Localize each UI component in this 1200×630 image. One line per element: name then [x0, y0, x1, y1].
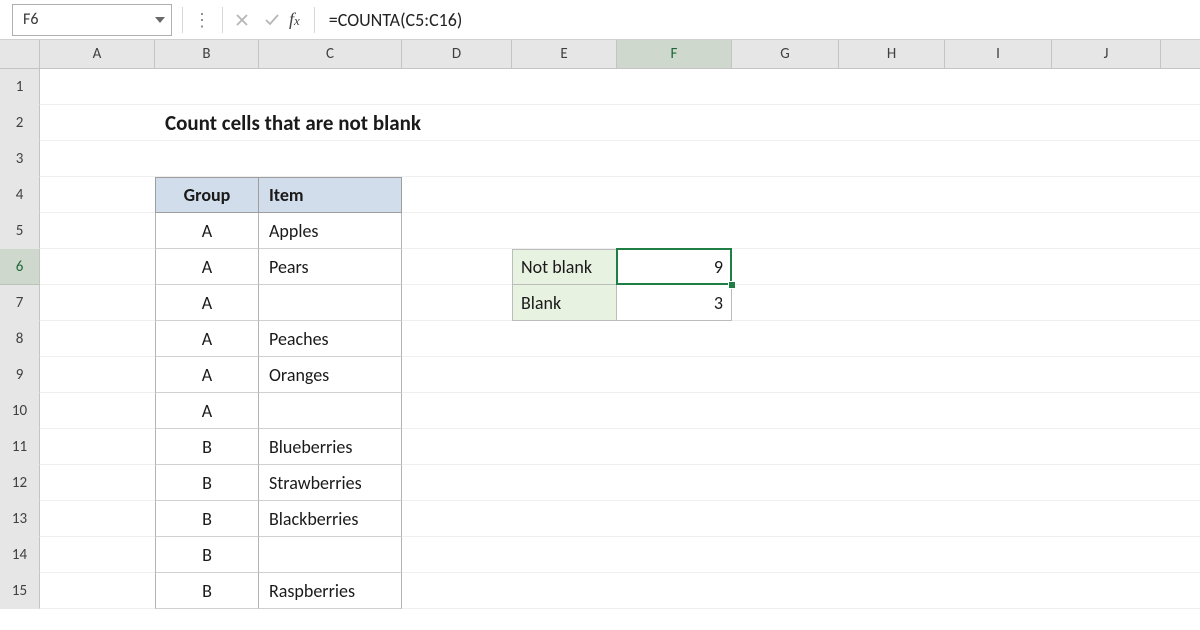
fill-handle[interactable] — [728, 281, 736, 289]
result-label: Not blank — [512, 249, 617, 285]
chevron-down-icon[interactable] — [155, 13, 165, 26]
table-cell-group[interactable]: A — [155, 249, 259, 285]
table-header-item: Item — [259, 177, 402, 213]
table-cell-group[interactable]: B — [155, 537, 259, 573]
row-header[interactable]: 4 — [0, 177, 40, 213]
table-cell-group[interactable]: B — [155, 429, 259, 465]
row-header[interactable]: 12 — [0, 465, 40, 501]
table-cell-item[interactable]: Blueberries — [259, 429, 402, 465]
table-cell-group[interactable]: A — [155, 393, 259, 429]
table-cell-item[interactable]: Raspberries — [259, 573, 402, 609]
table-cell-item[interactable]: Blackberries — [259, 501, 402, 537]
confirm-icon[interactable] — [257, 5, 287, 35]
row-header[interactable]: 10 — [0, 393, 40, 429]
name-box[interactable]: F6 — [12, 4, 172, 36]
table-cell-item[interactable]: Apples — [259, 213, 402, 249]
separator — [222, 7, 223, 33]
row-header[interactable]: 8 — [0, 321, 40, 357]
row-header[interactable]: 11 — [0, 429, 40, 465]
row-header[interactable]: 15 — [0, 573, 40, 609]
table-cell-group[interactable]: A — [155, 213, 259, 249]
column-header[interactable]: G — [732, 40, 839, 68]
result-value[interactable]: 9 — [617, 249, 732, 285]
table-cell-group[interactable]: A — [155, 285, 259, 321]
result-label: Blank — [512, 285, 617, 321]
column-header[interactable]: A — [40, 40, 155, 68]
select-all-corner[interactable] — [0, 40, 40, 68]
row-header[interactable]: 5 — [0, 213, 40, 249]
column-headers: ABCDEFGHIJ — [0, 40, 1200, 69]
table-cell-item[interactable]: Pears — [259, 249, 402, 285]
separator — [314, 7, 315, 33]
table-cell-item[interactable]: Peaches — [259, 321, 402, 357]
table-cell-item[interactable]: Oranges — [259, 357, 402, 393]
table-cell-group[interactable]: A — [155, 357, 259, 393]
column-header[interactable]: I — [945, 40, 1052, 68]
spreadsheet: ABCDEFGHIJ 123456789101112131415 Count c… — [0, 40, 1200, 609]
row-header[interactable]: 14 — [0, 537, 40, 573]
table-cell-item[interactable] — [259, 393, 402, 429]
row-header[interactable]: 7 — [0, 285, 40, 321]
table-cell-item[interactable] — [259, 537, 402, 573]
row-header[interactable]: 2 — [0, 105, 40, 141]
result-value[interactable]: 3 — [617, 285, 732, 321]
table-cell-group[interactable]: A — [155, 321, 259, 357]
fx-icon[interactable]: fx — [287, 9, 310, 30]
page-title: Count cells that are not blank — [155, 105, 617, 141]
column-header[interactable]: H — [839, 40, 945, 68]
cancel-icon[interactable] — [227, 5, 257, 35]
separator — [182, 7, 183, 33]
column-header[interactable]: F — [617, 40, 732, 68]
table-cell-group[interactable]: B — [155, 501, 259, 537]
name-box-value: F6 — [23, 10, 38, 29]
table-cell-item[interactable]: Strawberries — [259, 465, 402, 501]
row-header[interactable]: 6 — [0, 249, 40, 285]
column-header[interactable]: D — [402, 40, 512, 68]
row-header[interactable]: 9 — [0, 357, 40, 393]
formula-bar: F6 ⋮ fx — [0, 0, 1200, 40]
more-icon[interactable]: ⋮ — [187, 9, 218, 31]
row-header[interactable]: 1 — [0, 69, 40, 105]
column-header[interactable]: B — [155, 40, 259, 68]
row-header[interactable]: 3 — [0, 141, 40, 177]
column-header[interactable]: E — [512, 40, 617, 68]
column-header[interactable]: J — [1052, 40, 1161, 68]
table-cell-group[interactable]: B — [155, 465, 259, 501]
column-header[interactable]: C — [259, 40, 402, 68]
formula-input[interactable] — [319, 4, 1192, 36]
table-cell-group[interactable]: B — [155, 573, 259, 609]
table-cell-item[interactable] — [259, 285, 402, 321]
table-header-group: Group — [155, 177, 259, 213]
row-header[interactable]: 13 — [0, 501, 40, 537]
